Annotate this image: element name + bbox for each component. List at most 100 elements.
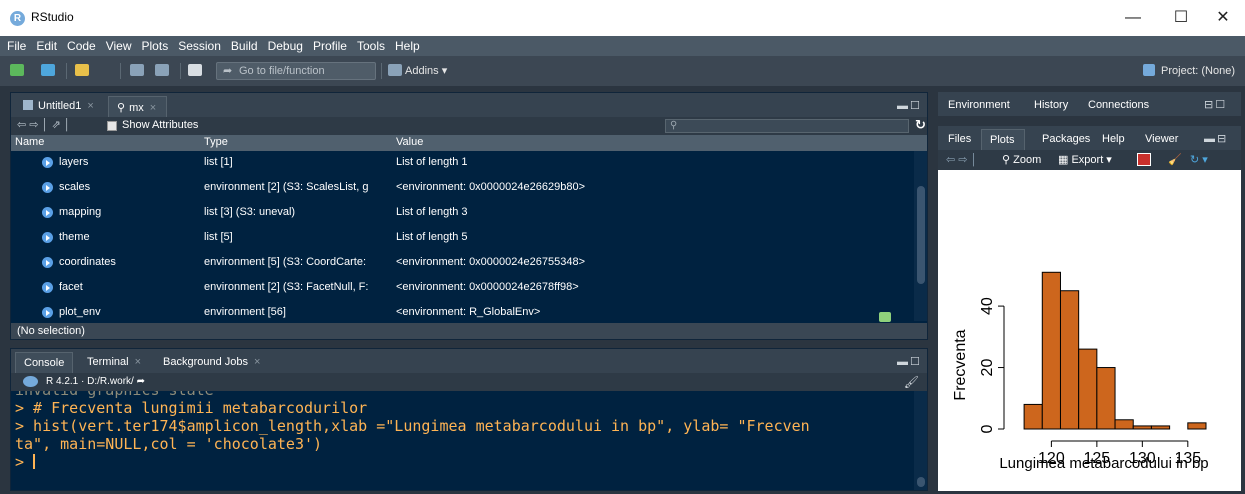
- table-row[interactable]: facet environment [2] (S3: FacetNull, F:…: [11, 276, 914, 301]
- tab-untitled1[interactable]: Untitled1 ×: [15, 96, 104, 117]
- row-name: plot_env: [59, 306, 101, 318]
- tab-files[interactable]: Files: [940, 129, 981, 150]
- addins-menu[interactable]: Addins ▾: [405, 64, 447, 77]
- new-project-icon[interactable]: [41, 64, 55, 76]
- tab-label: Terminal: [87, 356, 129, 368]
- goto-placeholder: Go to file/function: [239, 65, 325, 77]
- refresh-icon[interactable]: ↻ ▾: [1190, 153, 1208, 166]
- table-scrollbar[interactable]: [914, 151, 927, 321]
- close-button[interactable]: ✕: [1200, 4, 1245, 32]
- table-row[interactable]: theme list [5] List of length 5: [11, 226, 914, 251]
- scroll-thumb[interactable]: [917, 477, 925, 487]
- expand-icon[interactable]: [42, 257, 53, 268]
- new-file-icon[interactable]: [10, 64, 24, 76]
- minimize-maximize-icon[interactable]: ▬☐: [897, 355, 922, 368]
- histogram-bar: [1132, 425, 1152, 430]
- row-name: theme: [59, 231, 90, 243]
- table-row[interactable]: scales environment [2] (S3: ScalesList, …: [11, 176, 914, 201]
- plot-area: 120 125 130 135 0 20 40 Frecventa Lungimea met…: [938, 170, 1241, 491]
- row-value: List of length 3: [396, 206, 468, 218]
- expand-icon[interactable]: [42, 282, 53, 293]
- scroll-thumb[interactable]: [917, 186, 925, 284]
- tab-console[interactable]: Console: [15, 352, 74, 373]
- minimize-button[interactable]: —: [1110, 4, 1156, 32]
- col-header-name[interactable]: Name: [15, 136, 44, 148]
- print-icon[interactable]: [188, 64, 202, 76]
- save-all-icon[interactable]: [155, 64, 169, 76]
- menu-view[interactable]: View: [101, 36, 137, 56]
- export-button[interactable]: ▦ Export ▾: [1058, 153, 1112, 166]
- filter-input[interactable]: ⚲: [665, 119, 909, 133]
- open-file-icon[interactable]: [75, 64, 89, 76]
- table-row[interactable]: plot_env environment [56] <environment: …: [11, 301, 914, 321]
- tab-connections[interactable]: Connections: [1080, 95, 1159, 116]
- refresh-icon[interactable]: ↻: [915, 117, 926, 133]
- console-prompt[interactable]: >: [15, 453, 915, 471]
- back-forward-icon[interactable]: ⇦ ⇨ │ ⇗ │: [17, 118, 71, 131]
- close-icon[interactable]: ×: [87, 100, 93, 112]
- close-icon[interactable]: ×: [254, 356, 260, 368]
- window-title: RStudio: [31, 10, 74, 24]
- console-line: > hist(vert.ter174$amplicon_length,xlab …: [15, 417, 810, 435]
- menu-session[interactable]: Session: [173, 36, 226, 56]
- clear-all-icon[interactable]: 🧹: [1168, 153, 1182, 166]
- menu-code[interactable]: Code: [62, 36, 101, 56]
- table-row[interactable]: coordinates environment [5] (S3: CoordCa…: [11, 251, 914, 276]
- expand-icon[interactable]: [42, 307, 53, 318]
- histogram-bar: [1150, 425, 1171, 430]
- row-value: <environment: R_GlobalEnv>: [396, 306, 541, 318]
- menu-edit[interactable]: Edit: [31, 36, 62, 56]
- console-scrollbar[interactable]: [914, 391, 927, 490]
- clear-console-icon[interactable]: 🖌: [904, 375, 919, 389]
- menu-profile[interactable]: Profile: [308, 36, 352, 56]
- expand-icon[interactable]: [42, 182, 53, 193]
- save-icon[interactable]: [130, 64, 144, 76]
- menu-file[interactable]: File: [0, 36, 31, 56]
- menu-tools[interactable]: Tools: [352, 36, 390, 56]
- minimize-maximize-icon[interactable]: ▬☐: [897, 99, 922, 112]
- expand-icon[interactable]: [42, 157, 53, 168]
- console-output[interactable]: invalid graphics state > # Frecventa lun…: [15, 391, 915, 491]
- table-row[interactable]: layers list [1] List of length 1: [11, 151, 914, 176]
- tab-help[interactable]: Help: [1094, 129, 1135, 150]
- tab-terminal[interactable]: Terminal ×: [79, 352, 151, 373]
- close-icon[interactable]: ×: [135, 356, 141, 368]
- r-logo-icon: [23, 376, 38, 387]
- table-row[interactable]: mapping list [3] (S3: uneval) List of le…: [11, 201, 914, 226]
- maximize-button[interactable]: ☐: [1158, 4, 1204, 32]
- goto-file-input[interactable]: ➦ Go to file/function: [216, 62, 376, 80]
- show-attributes-checkbox[interactable]: [107, 121, 117, 131]
- histogram-bar: [1096, 367, 1116, 430]
- menu-build[interactable]: Build: [226, 36, 263, 56]
- menu-help[interactable]: Help: [390, 36, 425, 56]
- expand-icon[interactable]: [42, 207, 53, 218]
- expand-icon[interactable]: [42, 232, 53, 243]
- tab-mx[interactable]: ⚲ mx ×: [108, 96, 168, 117]
- tab-background-jobs[interactable]: Background Jobs ×: [155, 352, 270, 373]
- grid-icon[interactable]: [388, 64, 402, 76]
- project-menu[interactable]: Project: (None): [1143, 64, 1235, 77]
- tab-plots[interactable]: Plots: [981, 129, 1026, 150]
- col-header-type[interactable]: Type: [204, 136, 228, 148]
- r-version: R 4.2.1 · D:/R.work/ ➦: [46, 376, 145, 387]
- minimize-maximize-icon[interactable]: ▬⊟: [1204, 132, 1228, 145]
- working-directory[interactable]: D:/R.work/: [87, 376, 134, 387]
- row-value: <environment: 0x0000024e26629b80>: [396, 181, 585, 193]
- view-data-icon[interactable]: [879, 312, 891, 322]
- back-forward-icon[interactable]: ⇦ ⇨ │: [946, 153, 977, 166]
- menu-debug[interactable]: Debug: [263, 36, 308, 56]
- tab-history[interactable]: History: [1026, 95, 1078, 116]
- close-icon[interactable]: ×: [150, 102, 156, 114]
- zoom-button[interactable]: ⚲ Zoom: [1002, 153, 1041, 166]
- remove-plot-icon[interactable]: [1137, 153, 1151, 166]
- show-attributes-label: Show Attributes: [122, 119, 199, 131]
- viewer-toolbar: ⇦ ⇨ │ ⇗ │ Show Attributes ⚲ ↻: [11, 117, 927, 135]
- tab-environment[interactable]: Environment: [940, 95, 1020, 116]
- x-axis-label: Lungimea metabarcodului in bp: [999, 455, 1208, 472]
- tab-viewer[interactable]: Viewer: [1137, 129, 1188, 150]
- tab-packages[interactable]: Packages: [1034, 129, 1100, 150]
- console-line: ta", main=NULL,col = 'chocolate3'): [15, 435, 323, 453]
- minimize-maximize-icon[interactable]: ⊟☐: [1204, 98, 1227, 111]
- col-header-value[interactable]: Value: [396, 136, 423, 148]
- menu-plots[interactable]: Plots: [137, 36, 174, 56]
